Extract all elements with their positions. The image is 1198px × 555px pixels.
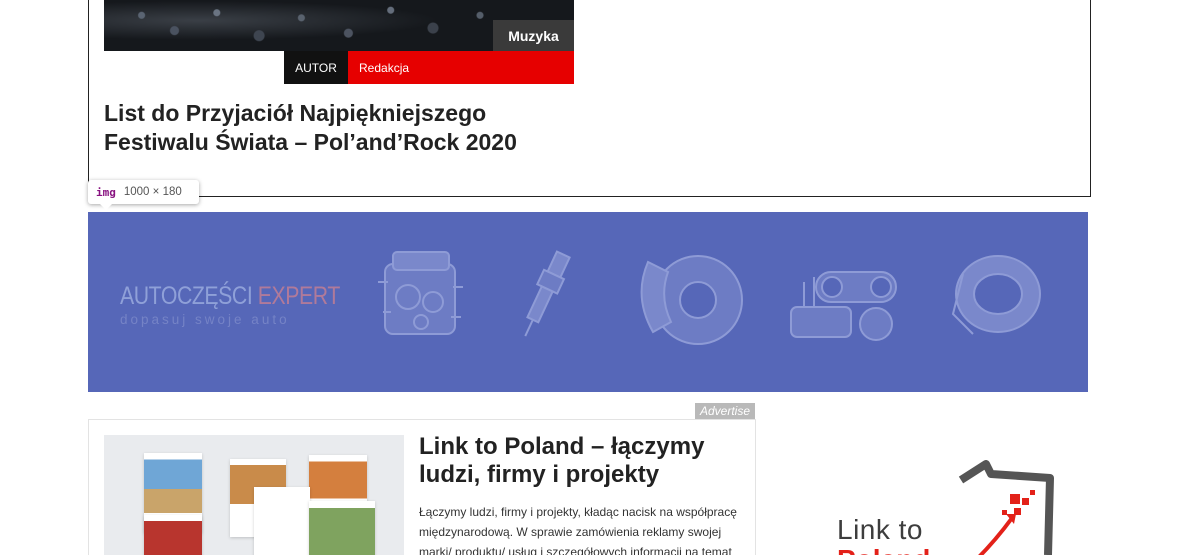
logo-text-line2: Poland	[837, 544, 930, 555]
spark-plug-icon	[508, 248, 578, 348]
ad-banner[interactable]: AUTOCZĘŚCI EXPERT dopasuj swoje auto	[88, 212, 1088, 392]
ad-image[interactable]	[104, 435, 404, 555]
brand-logo: AUTOCZĘŚCI EXPERT dopasuj swoje auto	[120, 282, 379, 327]
brand-tagline: dopasuj swoje auto	[120, 312, 290, 327]
timing-belt-icon	[786, 252, 911, 352]
brand-name-part1: AUTOCZĘŚCI	[120, 282, 253, 310]
brand-name-part2: EXPERT	[252, 282, 341, 310]
author-label: AUTOR	[284, 51, 348, 84]
tooltip-size: 1000 × 180	[123, 186, 182, 198]
article-title[interactable]: List do Przyjaciół Najpiękniejszego Fest…	[104, 99, 574, 157]
category-badge[interactable]: Muzyka	[493, 20, 574, 51]
tooltip-tag: img	[96, 185, 116, 199]
air-filter-icon	[943, 244, 1048, 349]
ad-description: Łączymy ludzi, firmy i projekty, kładąc …	[419, 505, 737, 555]
brake-disc-icon	[628, 242, 748, 352]
author-row: AUTOR Redakcja	[284, 51, 574, 84]
devtools-element-tooltip: img 1000 × 180	[88, 180, 199, 210]
engine-icon	[373, 242, 468, 352]
logo-text-line1: Link to	[837, 514, 923, 545]
author-name[interactable]: Redakcja	[348, 51, 574, 84]
ad-title[interactable]: Link to Poland – łączymy ludzi, firmy i …	[419, 433, 739, 489]
advertise-label: Advertise	[695, 403, 755, 419]
